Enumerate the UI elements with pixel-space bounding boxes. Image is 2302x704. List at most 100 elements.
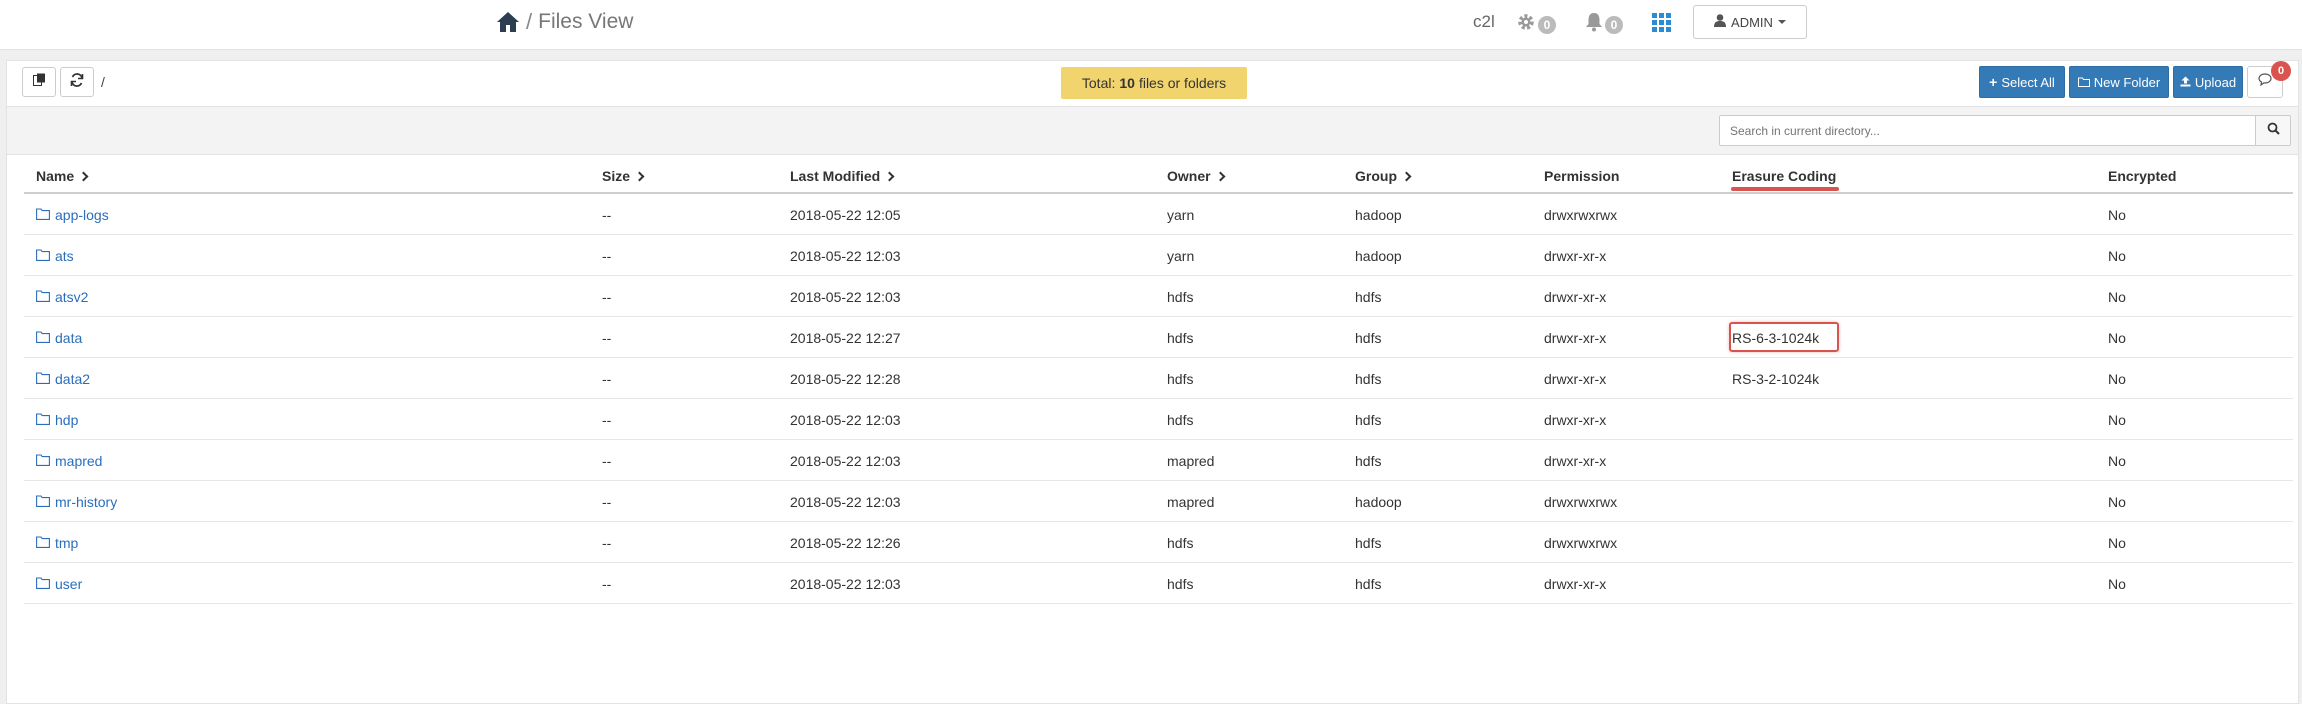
- cell-group: hdfs: [1355, 412, 1382, 428]
- select-all-label: Select All: [2001, 74, 2055, 90]
- cell-encrypted: No: [2108, 289, 2126, 305]
- folder-link[interactable]: atsv2: [55, 289, 88, 305]
- cell-permission: drwxr-xr-x: [1544, 412, 1607, 428]
- search-button[interactable]: [2255, 115, 2291, 146]
- table-row[interactable]: tmp -- 2018-05-22 12:26 hdfs hdfs drwxrwxrwx N…: [24, 522, 2293, 563]
- cell-last-modified: 2018-05-22 12:27: [790, 330, 901, 346]
- chevron-right-icon: [884, 171, 895, 181]
- folder-link[interactable]: hdp: [55, 412, 78, 428]
- cell-encrypted: No: [2108, 371, 2126, 387]
- cell-name[interactable]: tmp: [36, 535, 78, 551]
- cell-name[interactable]: data: [36, 330, 82, 346]
- column-header-name[interactable]: Name: [36, 168, 89, 184]
- folder-icon: [36, 453, 50, 469]
- cell-name[interactable]: user: [36, 576, 82, 592]
- cell-owner: hdfs: [1167, 289, 1194, 305]
- column-header-encrypted: Encrypted: [2108, 168, 2177, 184]
- column-header-erasure-coding: Erasure Coding: [1732, 168, 1837, 184]
- table-row[interactable]: data2 -- 2018-05-22 12:28 hdfs hdfs drwxr-xr-…: [24, 358, 2293, 399]
- select-all-button[interactable]: + Select All: [1979, 66, 2065, 98]
- table-row[interactable]: atsv2 -- 2018-05-22 12:03 hdfs hdfs drwxr-xr-…: [24, 276, 2293, 317]
- cell-group: hadoop: [1355, 207, 1402, 223]
- cell-permission: drwxr-xr-x: [1544, 289, 1607, 305]
- cell-name[interactable]: data2: [36, 371, 90, 387]
- table-row[interactable]: app-logs -- 2018-05-22 12:05 yarn hadoop drwx…: [24, 194, 2293, 235]
- folder-link[interactable]: data2: [55, 371, 90, 387]
- folder-icon: [36, 535, 50, 551]
- plus-icon: +: [1989, 74, 1998, 90]
- user-menu-button[interactable]: ADMIN: [1693, 5, 1807, 39]
- cell-name[interactable]: mr-history: [36, 494, 117, 510]
- cell-encrypted: No: [2108, 494, 2126, 510]
- table-row[interactable]: user -- 2018-05-22 12:03 hdfs hdfs drwxr-xr-x…: [24, 563, 2293, 604]
- alerts-menu[interactable]: 0: [1585, 12, 1623, 37]
- column-header-group[interactable]: Group: [1355, 168, 1412, 184]
- erasure-coding-highlight-box: [1729, 322, 1839, 352]
- cell-name[interactable]: ats: [36, 248, 74, 264]
- table-row[interactable]: data -- 2018-05-22 12:27 hdfs hdfs drwxr-xr-x…: [24, 317, 2293, 358]
- cell-size: --: [602, 248, 612, 264]
- table-row[interactable]: hdp -- 2018-05-22 12:03 hdfs hdfs drwxr-xr-x N…: [24, 399, 2293, 440]
- cell-encrypted: No: [2108, 330, 2126, 346]
- apps-menu[interactable]: [1652, 13, 1671, 37]
- table-row[interactable]: mapred -- 2018-05-22 12:03 mapred hdfs drwxr-…: [24, 440, 2293, 481]
- cell-encrypted: No: [2108, 535, 2126, 551]
- erasure-coding-highlight: [1731, 187, 1839, 191]
- user-icon: [1714, 14, 1727, 30]
- cell-encrypted: No: [2108, 412, 2126, 428]
- refresh-button[interactable]: [60, 67, 94, 97]
- cell-name[interactable]: mapred: [36, 453, 102, 469]
- cell-size: --: [602, 494, 612, 510]
- table-header: Name Size Last Modified Owner Group Perm…: [24, 158, 2293, 194]
- cell-name[interactable]: atsv2: [36, 289, 88, 305]
- cell-owner: hdfs: [1167, 412, 1194, 428]
- settings-menu[interactable]: 0: [1516, 12, 1556, 37]
- folder-link[interactable]: ats: [55, 248, 74, 264]
- folder-icon: [2077, 75, 2090, 90]
- upload-icon: [2180, 75, 2191, 90]
- cell-encrypted: No: [2108, 248, 2126, 264]
- cell-name[interactable]: hdp: [36, 412, 78, 428]
- new-folder-button[interactable]: New Folder: [2069, 66, 2169, 98]
- chevron-right-icon: [634, 171, 645, 181]
- cell-name[interactable]: app-logs: [36, 207, 109, 223]
- cell-permission: drwxr-xr-x: [1544, 248, 1607, 264]
- total-count: 10: [1119, 75, 1135, 91]
- folder-link[interactable]: mr-history: [55, 494, 117, 510]
- folder-link[interactable]: app-logs: [55, 207, 109, 223]
- cell-last-modified: 2018-05-22 12:28: [790, 371, 901, 387]
- folder-link[interactable]: user: [55, 576, 82, 592]
- current-path: /: [101, 74, 105, 90]
- cell-permission: drwxrwxrwx: [1544, 207, 1618, 223]
- table-row[interactable]: ats -- 2018-05-22 12:03 yarn hadoop drwxr-xr-…: [24, 235, 2293, 276]
- column-header-size[interactable]: Size: [602, 168, 645, 184]
- chevron-right-icon: [78, 171, 89, 181]
- home-icon[interactable]: [496, 10, 520, 34]
- cell-owner: yarn: [1167, 248, 1195, 264]
- files-toolbar: / Total: 10 files or folders + Select Al…: [7, 61, 2298, 107]
- cell-permission: drwxr-xr-x: [1544, 371, 1607, 387]
- cluster-name[interactable]: c2l: [1473, 12, 1495, 32]
- folder-link[interactable]: data: [55, 330, 82, 346]
- folder-icon: [36, 576, 50, 592]
- cell-group: hdfs: [1355, 535, 1382, 551]
- search-icon: [2267, 122, 2280, 140]
- column-header-owner[interactable]: Owner: [1167, 168, 1226, 184]
- table-row[interactable]: mr-history -- 2018-05-22 12:03 mapred hadoop…: [24, 481, 2293, 522]
- folder-link[interactable]: tmp: [55, 535, 78, 551]
- folder-link[interactable]: mapred: [55, 453, 102, 469]
- copy-path-button[interactable]: [22, 67, 56, 97]
- cell-last-modified: 2018-05-22 12:03: [790, 248, 901, 264]
- column-header-last-modified[interactable]: Last Modified: [790, 168, 895, 184]
- search-input[interactable]: [1719, 115, 2256, 146]
- cell-owner: hdfs: [1167, 535, 1194, 551]
- cell-group: hdfs: [1355, 576, 1382, 592]
- gear-icon: [1516, 12, 1536, 37]
- breadcrumb-separator: /: [526, 9, 533, 34]
- upload-button[interactable]: Upload: [2173, 66, 2243, 98]
- notifications-count-badge: 0: [2271, 61, 2291, 81]
- cell-last-modified: 2018-05-22 12:03: [790, 576, 901, 592]
- cell-group: hadoop: [1355, 494, 1402, 510]
- cell-permission: drwxr-xr-x: [1544, 453, 1607, 469]
- chevron-right-icon: [1215, 171, 1226, 181]
